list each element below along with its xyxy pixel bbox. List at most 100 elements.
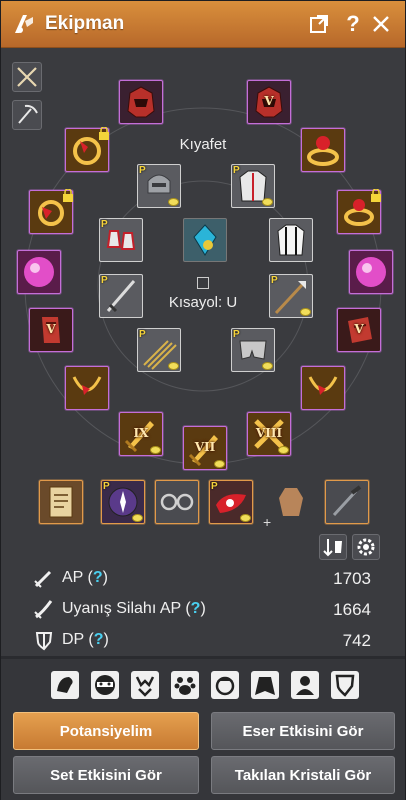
- earring-slot-right[interactable]: [337, 189, 381, 234]
- necklace-slot[interactable]: [65, 366, 109, 410]
- hair-toggle-button[interactable]: [51, 671, 79, 699]
- lantern-slot[interactable]: P: [101, 480, 145, 524]
- face-icon: [215, 676, 235, 696]
- shield-icon: [35, 632, 53, 651]
- crossed-swords-button[interactable]: [12, 62, 42, 92]
- costume-shoes-slot[interactable]: P: [99, 218, 143, 262]
- crystal-socket-icon: [278, 446, 289, 454]
- armor-toggle-button[interactable]: [331, 671, 359, 699]
- mask-slot[interactable]: P: [209, 480, 253, 524]
- title-bar[interactable]: Ekipman ?: [1, 1, 405, 48]
- crystal-socket-icon: [262, 198, 273, 206]
- pet-toggle-button[interactable]: [171, 671, 199, 699]
- equipment-window: Ekipman ? Kıyafet Kısayol: U V V V IX VI…: [0, 0, 406, 800]
- costume-awakening-slot[interactable]: P: [137, 328, 181, 372]
- enhancement-level: IX: [133, 426, 149, 440]
- crystal-socket-icon: [132, 514, 143, 522]
- artifact-effect-button[interactable]: Eser Etkisini Gör: [211, 712, 395, 750]
- enhancement-level: V: [354, 322, 364, 336]
- blue-gem-icon: [193, 224, 217, 256]
- helmet-slot[interactable]: [119, 80, 163, 124]
- costume-armor-slot[interactable]: P: [231, 164, 275, 208]
- paw-icon: [174, 677, 196, 695]
- crystal-socket-icon: [214, 460, 225, 468]
- stat-ap: AP (?) 1703: [29, 565, 379, 596]
- cape-icon: [255, 677, 275, 695]
- outfit-jacket-icon: [277, 224, 305, 256]
- stat-dp: DP (?) 742: [29, 627, 379, 658]
- help-marker[interactable]: ?: [93, 569, 103, 586]
- cape-toggle-button[interactable]: [251, 671, 279, 699]
- locked-badge: P: [211, 481, 218, 492]
- crystal-socket-icon: [300, 308, 311, 316]
- shoes-slot-right[interactable]: [301, 366, 345, 410]
- underwear-toggle-button[interactable]: [131, 671, 159, 699]
- help-button[interactable]: ?: [341, 12, 365, 36]
- ring-slot-left[interactable]: [65, 127, 109, 172]
- costume-underwear-slot[interactable]: P: [231, 328, 275, 372]
- potential-button[interactable]: Potansiyelim: [13, 712, 199, 750]
- character-toggle-button[interactable]: [291, 671, 319, 699]
- gold-ring-icon: [307, 136, 339, 166]
- lock-icon: [63, 189, 73, 202]
- locked-badge: P: [101, 219, 108, 230]
- crystal-socket-icon: [150, 446, 161, 454]
- enhancement-level: VIII: [255, 426, 283, 440]
- equipment-panel: Kıyafet Kısayol: U V V V IX VII VIII P P…: [1, 48, 405, 560]
- shortcut-checkbox[interactable]: [197, 277, 209, 289]
- locked-badge: P: [101, 275, 108, 286]
- gloves-slot-left[interactable]: V: [29, 308, 73, 352]
- hair-icon: [57, 677, 73, 693]
- lock-icon: [371, 189, 381, 202]
- gloves-slot-right[interactable]: V: [337, 308, 381, 352]
- mask-toggle-button[interactable]: [91, 671, 119, 699]
- sub-weapon-slot[interactable]: VII: [183, 426, 227, 470]
- tool-slot[interactable]: [325, 480, 369, 524]
- sort-icon: [323, 539, 342, 557]
- costume-spear-slot[interactable]: P: [269, 274, 313, 318]
- character-body-icon[interactable]: [271, 482, 311, 522]
- pickaxe-button[interactable]: [12, 100, 42, 130]
- locked-badge: P: [271, 275, 278, 286]
- main-weapon-slot[interactable]: IX: [119, 412, 163, 456]
- stat-value: 1703: [333, 569, 371, 588]
- scroll-slot[interactable]: [39, 480, 83, 524]
- enhancement-level: VII: [194, 440, 216, 454]
- pet-slot[interactable]: [183, 218, 227, 262]
- costume-helmet-slot[interactable]: P: [137, 164, 181, 208]
- stat-label: Uyanış Silahı AP (?): [62, 600, 206, 617]
- enhancement-level: V: [264, 94, 274, 108]
- glasses-icon: [160, 493, 194, 511]
- awakening-weapon-slot[interactable]: VIII: [247, 412, 291, 456]
- locked-badge: P: [233, 329, 240, 340]
- earring-slot-left[interactable]: [29, 189, 73, 234]
- help-marker[interactable]: ?: [191, 600, 201, 617]
- close-button[interactable]: [369, 12, 393, 36]
- alchemy-stone-slot[interactable]: [17, 250, 61, 294]
- locked-badge: P: [139, 329, 146, 340]
- face-toggle-button[interactable]: [211, 671, 239, 699]
- eyewear-slot[interactable]: [155, 480, 199, 524]
- stats-panel: AP (?) 1703 Uyanış Silahı AP (?) 1664 DP…: [29, 565, 379, 658]
- costume-chest-slot[interactable]: [269, 218, 313, 262]
- equipment-icon: [15, 15, 33, 33]
- sort-button[interactable]: [319, 534, 347, 560]
- costume-weapon-slot[interactable]: P: [99, 274, 143, 318]
- settings-button[interactable]: [352, 534, 380, 560]
- gold-necklace-icon: [72, 376, 102, 395]
- help-marker[interactable]: ?: [94, 631, 104, 648]
- ring-slot-right[interactable]: [301, 128, 345, 172]
- crystal-socket-icon: [240, 514, 251, 522]
- shield-icon: [335, 674, 355, 697]
- boss-helmet-slot[interactable]: V: [247, 80, 291, 124]
- pickaxe-icon: [18, 104, 38, 124]
- popout-icon: [310, 15, 328, 33]
- scroll-icon: [49, 486, 73, 518]
- locked-badge: P: [233, 165, 240, 176]
- belt-slot[interactable]: [349, 250, 393, 294]
- stat-label: DP (?): [62, 631, 109, 648]
- equipped-crystal-button[interactable]: Takılan Kristali Gör: [211, 756, 395, 794]
- popout-button[interactable]: [307, 12, 331, 36]
- set-effect-button[interactable]: Set Etkisini Gör: [13, 756, 199, 794]
- ninja-mask-icon: [95, 675, 115, 695]
